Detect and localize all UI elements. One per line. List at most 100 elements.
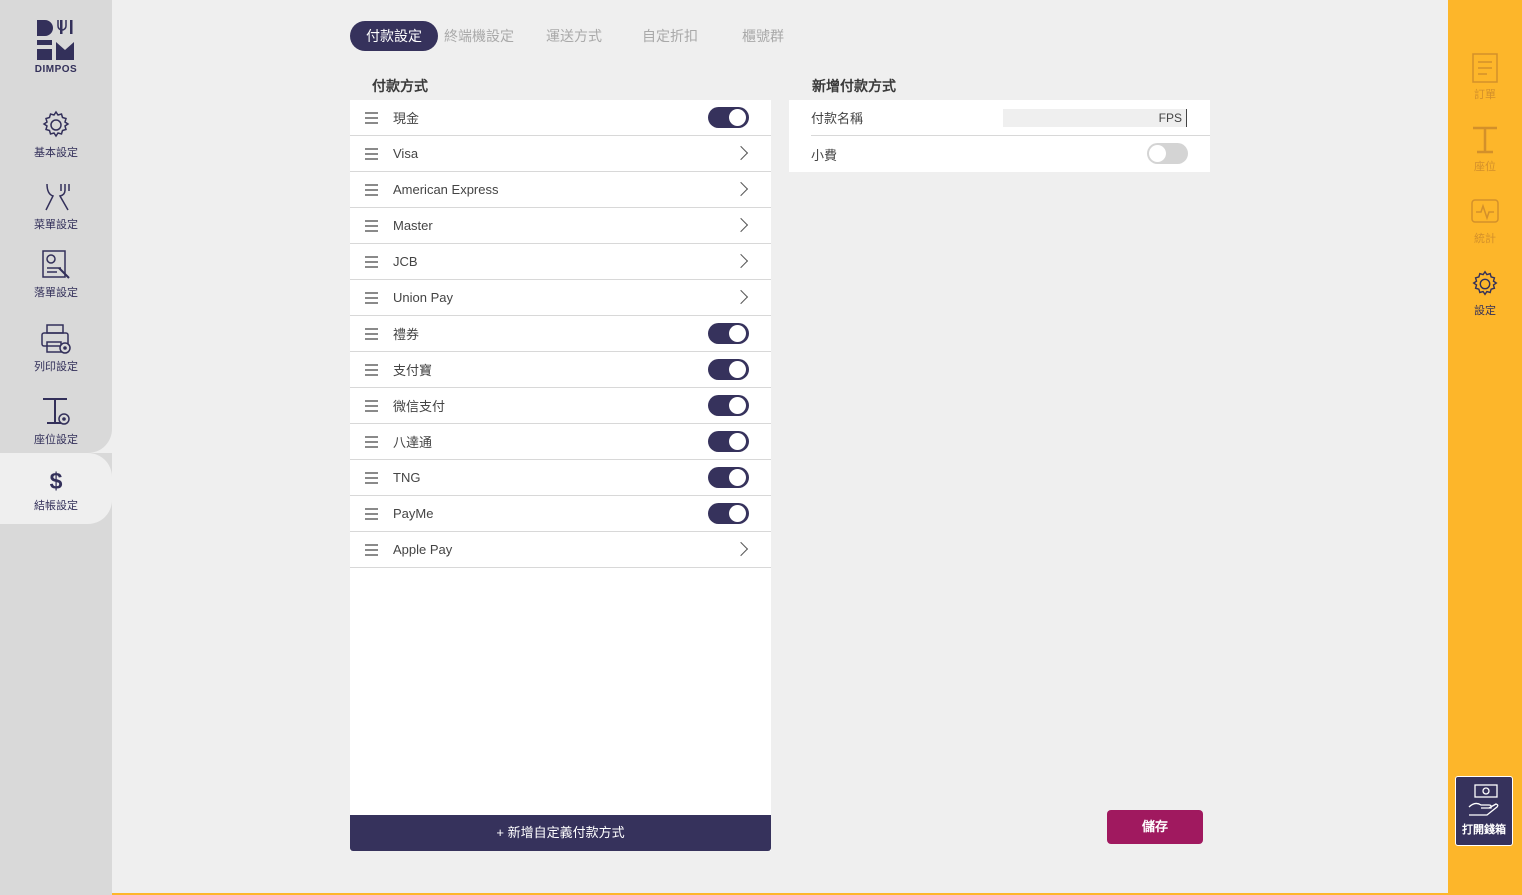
drag-handle-icon[interactable] [365,219,378,232]
payment-method-list: 現金 Visa American Express Master JCB Union Pay… [350,100,771,851]
dimpos-logo-icon [37,20,74,60]
payment-method-label: 支付寶 [393,363,433,378]
right-nav-orders[interactable]: 訂單 [1448,52,1522,102]
payment-method-row[interactable]: Master [350,208,771,244]
tab-delivery-method[interactable]: 運送方式 [530,21,618,51]
payment-methods-title: 付款方式 [372,78,428,94]
nav-label: 落單設定 [34,287,78,299]
payment-method-row[interactable]: TNG [350,460,771,496]
nav-label: 座位設定 [34,434,78,446]
payment-enabled-toggle[interactable] [708,395,749,416]
right-nav-statistics[interactable]: 統計 [1448,196,1522,246]
nav-item-checkout-settings[interactable]: $ 結帳設定 [0,453,112,524]
nav-item-menu-settings[interactable]: 菜單設定 [0,180,112,252]
payment-enabled-toggle[interactable] [708,431,749,452]
left-sidebar-lower [0,524,112,895]
nav-item-order-settings[interactable]: 落單設定 [0,248,112,320]
tab-counter-group[interactable]: 櫃號群 [726,21,800,51]
payment-method-label: Union Pay [393,290,453,305]
chevron-right-icon[interactable] [733,181,749,197]
payment-method-label: 八達通 [393,435,433,450]
payment-method-label: 微信支付 [393,399,446,414]
drag-handle-icon[interactable] [365,291,378,304]
payment-method-row[interactable]: JCB [350,244,771,280]
payment-method-label: Master [393,218,433,233]
gear-icon [1472,270,1498,296]
new-payment-title: 新增付款方式 [812,78,896,94]
payment-method-label: Apple Pay [393,542,453,557]
dollar-icon: $ [50,468,63,494]
fork-knife-icon [45,183,70,211]
nav-label: 菜單設定 [34,219,78,231]
tip-row: 小費 [789,136,1210,172]
payment-enabled-toggle[interactable] [708,323,749,344]
payment-method-row[interactable]: Union Pay [350,280,771,316]
payment-method-row[interactable]: Apple Pay [350,532,771,568]
right-sidebar: 訂單 座位 統計 設定 [1448,0,1522,895]
drag-handle-icon[interactable] [365,183,378,196]
nav-item-print-settings[interactable]: 列印設定 [0,322,112,394]
logo-text: DIMPOS [34,64,78,75]
gear-icon [42,110,70,138]
payment-method-row[interactable]: 現金 [350,100,771,136]
payment-method-row[interactable]: Visa [350,136,771,172]
payment-method-label: Visa [393,146,419,161]
right-nav-settings[interactable]: 設定 [1448,268,1522,318]
nav-label: 基本設定 [34,147,78,159]
logo: DIMPOS [0,18,112,75]
nav-item-basic-settings[interactable]: 基本設定 [0,108,112,180]
new-payment-panel: 付款名稱 小費 [789,100,1210,172]
tip-label: 小費 [811,147,838,163]
add-custom-payment-button[interactable]: + 新增自定義付款方式 [350,815,771,851]
settings-tabs: 付款設定 終端機設定 運送方式 自定折扣 櫃號群 [350,21,800,51]
payment-method-row[interactable]: 八達通 [350,424,771,460]
payment-method-row[interactable]: 支付寶 [350,352,771,388]
drag-handle-icon[interactable] [365,255,378,268]
tab-payment-settings[interactable]: 付款設定 [350,21,438,51]
order-list-icon [1472,53,1498,83]
payment-enabled-toggle[interactable] [708,467,749,488]
tip-toggle[interactable] [1147,143,1188,164]
nav-label: 列印設定 [34,361,78,373]
drag-handle-icon[interactable] [365,399,378,412]
drag-handle-icon[interactable] [365,507,378,520]
chevron-right-icon[interactable] [733,541,749,557]
tab-custom-discount[interactable]: 自定折扣 [626,21,714,51]
payment-method-label: JCB [393,254,418,269]
payment-method-row[interactable]: 禮券 [350,316,771,352]
drag-handle-icon[interactable] [365,327,378,340]
drag-handle-icon[interactable] [365,147,378,160]
right-nav-label: 訂單 [1474,89,1496,101]
drag-handle-icon[interactable] [365,435,378,448]
payment-method-label: TNG [393,470,421,485]
save-button[interactable]: 儲存 [1107,810,1203,844]
nav-label: 結帳設定 [34,500,78,512]
drag-handle-icon[interactable] [365,543,378,556]
payment-enabled-toggle[interactable] [708,107,749,128]
chevron-right-icon[interactable] [733,253,749,269]
cash-drawer-icon [1468,784,1499,816]
cash-drawer-label: 打開錢箱 [1462,824,1506,836]
payment-enabled-toggle[interactable] [708,503,749,524]
payment-enabled-toggle[interactable] [708,359,749,380]
payment-method-label: American Express [393,182,499,197]
open-cash-drawer-button[interactable]: 打開錢箱 [1455,776,1513,846]
drag-handle-icon[interactable] [365,363,378,376]
drag-handle-icon[interactable] [365,471,378,484]
order-settings-icon [42,250,70,279]
drag-handle-icon[interactable] [365,111,378,124]
statistics-icon [1471,199,1499,223]
chevron-right-icon[interactable] [733,217,749,233]
right-nav-seats[interactable]: 座位 [1448,124,1522,174]
right-nav-label: 座位 [1474,161,1496,173]
table-icon [1473,126,1497,154]
payment-name-row: 付款名稱 [811,100,1210,136]
chevron-right-icon[interactable] [733,289,749,305]
payment-name-label: 付款名稱 [811,111,864,126]
payment-method-row[interactable]: PayMe [350,496,771,532]
payment-name-input[interactable] [1003,109,1187,127]
chevron-right-icon[interactable] [733,145,749,161]
payment-method-row[interactable]: American Express [350,172,771,208]
tab-terminal-settings[interactable]: 終端機設定 [428,21,530,51]
payment-method-row[interactable]: 微信支付 [350,388,771,424]
